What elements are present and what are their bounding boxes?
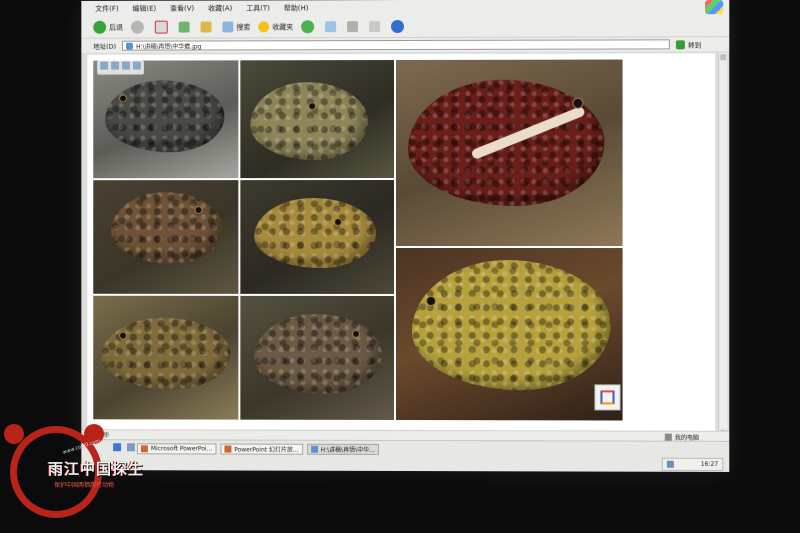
search-icon xyxy=(222,21,233,32)
vertical-scrollbar[interactable] xyxy=(718,53,727,437)
expand-icon xyxy=(600,390,614,404)
edit-icon xyxy=(369,21,380,32)
search-label: 搜索 xyxy=(236,22,250,32)
go-arrow-icon xyxy=(676,40,685,49)
back-arrow-icon xyxy=(93,21,106,34)
clock: 16:27 xyxy=(701,461,718,468)
back-button[interactable]: 后退 xyxy=(93,21,123,34)
computer-icon xyxy=(665,434,672,441)
system-tray: 16:27 xyxy=(661,458,723,471)
projected-screen: 文件(F) 编辑(E) 查看(V) 收藏(A) 工具(T) 帮助(H) 后退 搜… xyxy=(81,0,729,471)
toad-photo-2 xyxy=(240,60,394,178)
forward-arrow-icon xyxy=(131,21,144,34)
print-icon[interactable] xyxy=(111,62,119,70)
page-icon xyxy=(126,42,133,49)
menu-edit[interactable]: 编辑(E) xyxy=(132,4,156,14)
forward-button[interactable] xyxy=(131,21,147,34)
folder-icon[interactable] xyxy=(133,62,141,70)
menu-tools[interactable]: 工具(T) xyxy=(246,3,270,13)
back-label: 后退 xyxy=(109,22,123,32)
print-button[interactable] xyxy=(347,21,361,32)
toad-photo-6 xyxy=(396,248,623,421)
mail-icon[interactable] xyxy=(122,62,130,70)
messenger-icon xyxy=(391,20,404,33)
address-input[interactable]: H:\讲稿\再悟\中华蟾.jpg xyxy=(122,39,670,50)
windows-logo-icon xyxy=(705,0,723,14)
taskbar: Microsoft PowerPoi... PowerPoint 幻灯片放...… xyxy=(81,439,729,472)
menu-help[interactable]: 帮助(H) xyxy=(284,3,309,13)
browser-icon xyxy=(311,446,318,453)
slideshow-icon xyxy=(224,446,231,453)
watermark-subtitle: 保护中国两栖爬行动物 xyxy=(54,480,114,489)
address-bar: 地址(D) H:\讲稿\再悟\中华蟾.jpg 转到 xyxy=(81,37,729,53)
content-area xyxy=(87,53,715,430)
mail-button[interactable] xyxy=(325,21,339,32)
menu-view[interactable]: 查看(V) xyxy=(170,4,194,14)
print-icon xyxy=(347,21,358,32)
ime-icon[interactable] xyxy=(667,461,674,468)
toad-photo-1 xyxy=(93,60,238,178)
task-slideshow[interactable]: PowerPoint 幻灯片放... xyxy=(220,444,302,455)
go-label: 转到 xyxy=(688,39,701,49)
go-button[interactable]: 转到 xyxy=(676,39,701,49)
scroll-up-icon[interactable] xyxy=(720,54,726,60)
messenger-button[interactable] xyxy=(391,20,407,33)
favorites-label: 收藏夹 xyxy=(272,22,293,32)
watermark-logo: www.cohl0.com 雨江中国探生 保护中国两栖爬行动物 xyxy=(4,420,174,528)
edit-button[interactable] xyxy=(369,21,383,32)
favorites-button[interactable]: 收藏夹 xyxy=(258,21,293,32)
home-icon xyxy=(201,22,212,33)
menu-favorites[interactable]: 收藏(A) xyxy=(208,3,232,13)
resize-image-button[interactable] xyxy=(594,384,620,410)
history-button[interactable] xyxy=(301,20,317,33)
task-label: H:\讲稿\再悟\中华... xyxy=(321,445,375,454)
task-image-window[interactable]: H:\讲稿\再悟\中华... xyxy=(307,444,379,455)
home-button[interactable] xyxy=(201,22,215,33)
watermark-title: 雨江中国探生 xyxy=(48,458,144,479)
toad-photo-4 xyxy=(93,180,238,294)
address-label: 地址(D) xyxy=(93,41,116,51)
stop-icon xyxy=(155,21,168,34)
search-button[interactable]: 搜索 xyxy=(222,21,250,32)
menu-bar: 文件(F) 编辑(E) 查看(V) 收藏(A) 工具(T) 帮助(H) xyxy=(81,0,729,17)
refresh-icon xyxy=(179,22,190,33)
toad-photo-3 xyxy=(396,60,623,247)
save-icon[interactable] xyxy=(100,62,108,70)
menu-file[interactable]: 文件(F) xyxy=(95,4,118,14)
address-value: H:\讲稿\再悟\中华蟾.jpg xyxy=(136,41,201,50)
toad-photo-mosaic xyxy=(93,60,632,421)
toad-photo-8 xyxy=(240,296,394,420)
stop-button[interactable] xyxy=(155,21,171,34)
toad-photo-5 xyxy=(240,180,394,294)
toad-photo-7 xyxy=(93,296,238,420)
image-toolbar xyxy=(97,61,144,75)
toolbar: 后退 搜索 收藏夹 xyxy=(81,15,729,39)
mail-icon xyxy=(325,21,336,32)
star-icon xyxy=(258,21,269,32)
refresh-button[interactable] xyxy=(179,22,193,33)
history-icon xyxy=(301,20,314,33)
task-label: PowerPoint 幻灯片放... xyxy=(234,445,298,454)
